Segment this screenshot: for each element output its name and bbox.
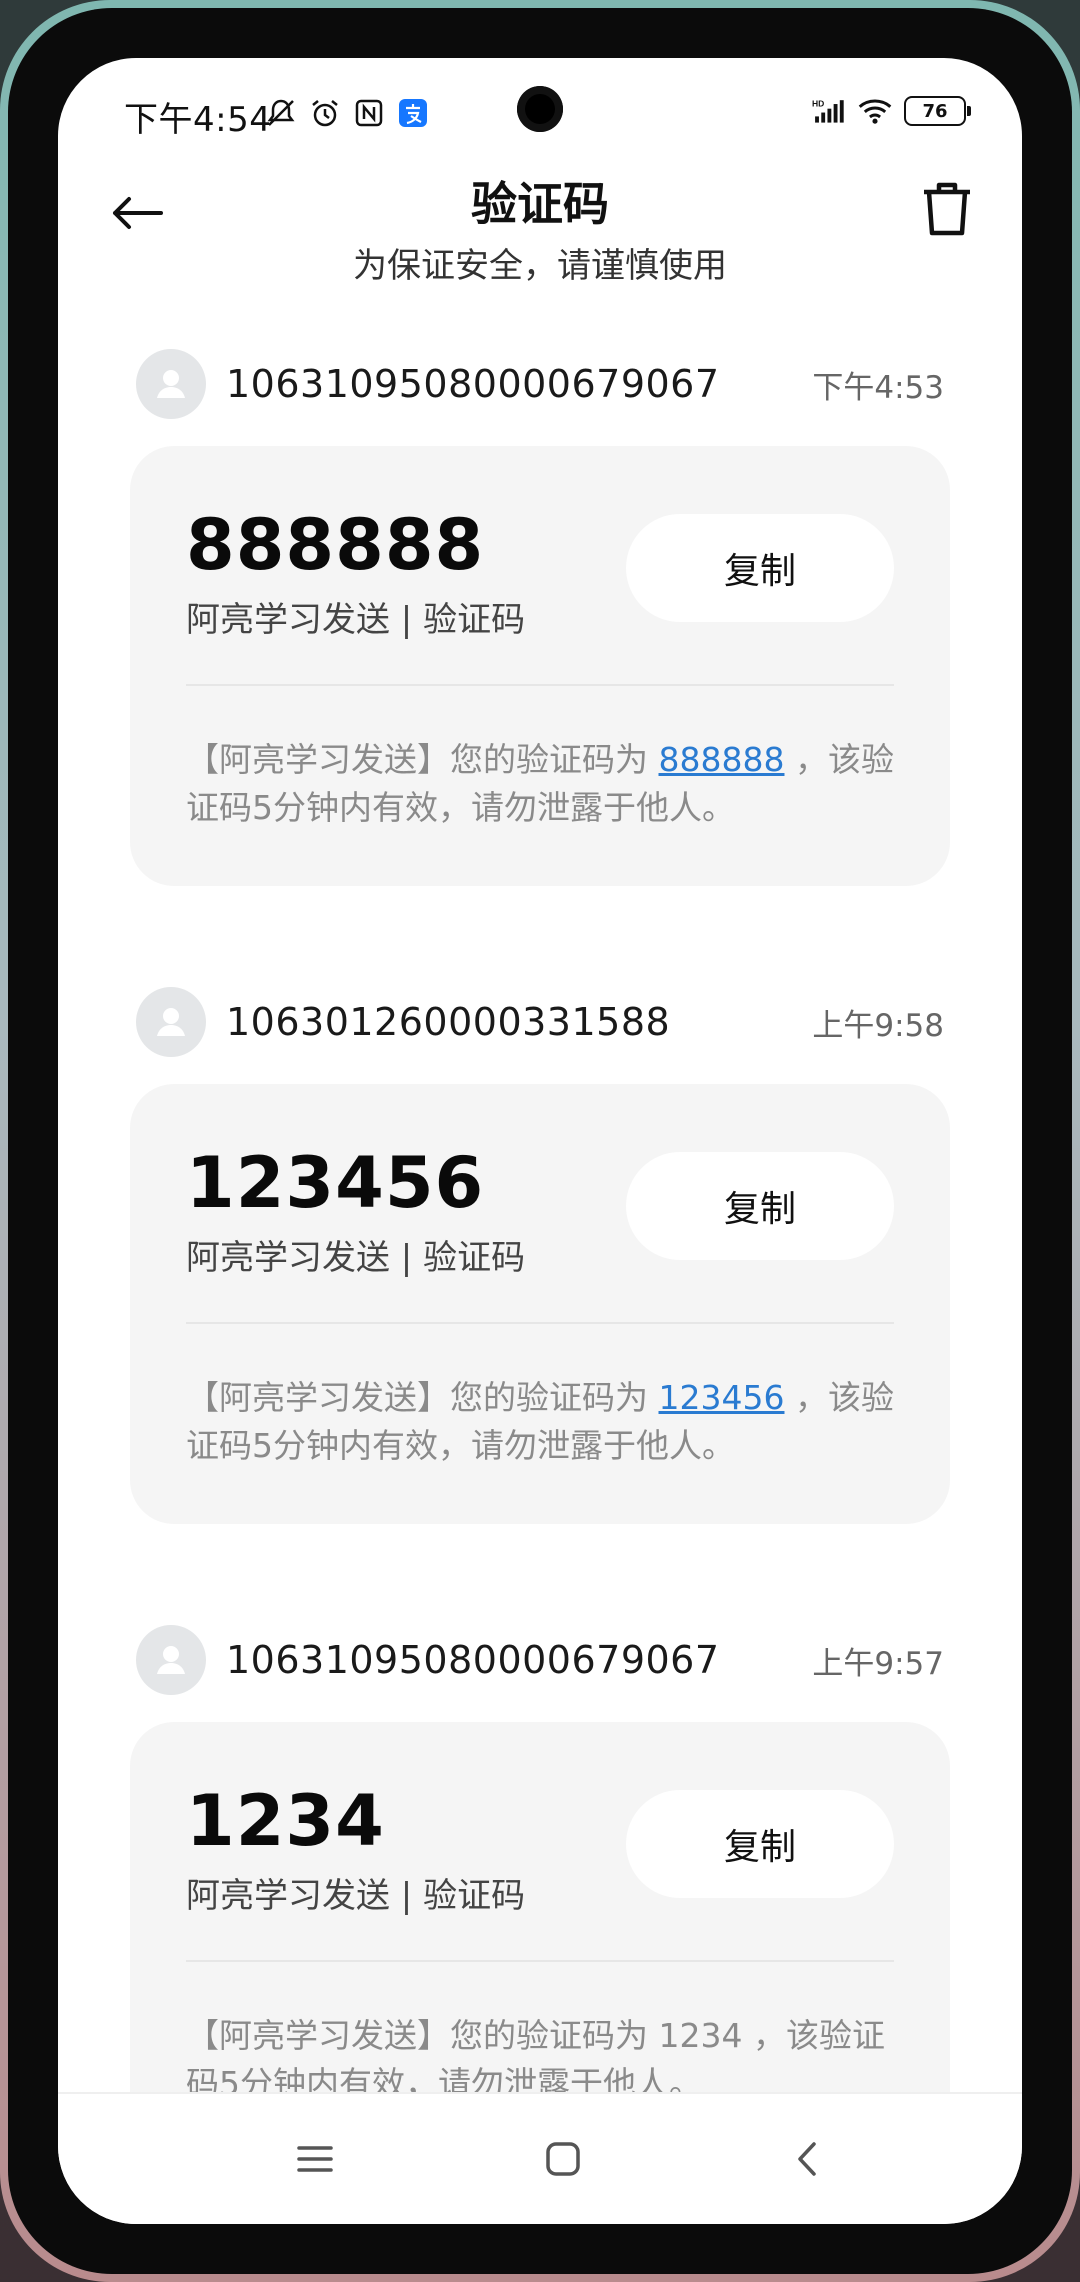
trash-icon [924,182,970,236]
message-body: 【阿亮学习发送】您的验证码为 888888 ，该验证码5分钟内有效，请勿泄露于他… [186,736,894,832]
copy-button[interactable]: 复制 [626,1152,894,1260]
home-button[interactable] [528,2124,598,2194]
divider [186,1322,894,1324]
nfc-icon [352,96,386,130]
sender-row: 1063109508000067906​7 上午9:57 [136,1622,944,1698]
status-icons-right: HD 76 [812,94,971,128]
front-camera [517,86,563,132]
nav-back-button[interactable] [772,2124,842,2194]
sender-row: 106301260000331588 上午9:58 [136,984,944,1060]
verification-code: 1234 [186,1780,385,1862]
divider [186,684,894,686]
wifi-icon [858,94,892,128]
alarm-icon [308,96,342,130]
copy-button[interactable]: 复制 [626,514,894,622]
person-icon [157,1008,185,1036]
message-time: 上午9:57 [812,1645,944,1682]
device-bezel: 下午4:54 HD 76 验证码 为保证安全，请谨慎使用 10631095080… [8,8,1072,2274]
body-prefix: 【阿亮学习发送】您的验证码为 [186,740,659,779]
alipay-icon [396,96,430,130]
copy-button[interactable]: 复制 [626,1790,894,1898]
screen: 下午4:54 HD 76 验证码 为保证安全，请谨慎使用 10631095080… [58,58,1022,2224]
verification-code: 123456 [186,1142,485,1224]
device-frame: 下午4:54 HD 76 验证码 为保证安全，请谨慎使用 10631095080… [0,0,1080,2282]
header: 验证码 为保证安全，请谨慎使用 [58,168,1022,298]
page-subtitle: 为保证安全，请谨慎使用 [353,246,727,286]
sender-row: 1063109508000067906​7 下午4:53 [136,346,944,422]
avatar [136,349,206,419]
code-source: 阿亮学习发送 | 验证码 [186,1876,526,1916]
status-icons-left [264,96,430,130]
navigation-bar [58,2092,1022,2224]
body-code: 1234 [658,2016,743,2055]
avatar [136,987,206,1057]
person-icon [157,1646,185,1674]
chevron-left-icon [798,2142,816,2176]
verification-code: 888888 [186,504,485,586]
message-body: 【阿亮学习发送】您的验证码为 123456 ，该验证码5分钟内有效，请勿泄露于他… [186,1374,894,1470]
hd-signal-icon: HD [812,94,846,128]
menu-icon [297,2146,333,2172]
status-time: 下午4:54 [124,100,272,140]
avatar [136,1625,206,1695]
message-time: 下午4:53 [812,369,944,406]
message-time: 上午9:58 [812,1007,944,1044]
body-prefix: 【阿亮学习发送】您的验证码为 [186,1378,659,1417]
sender-number: 106301260000331588 [226,1000,671,1044]
battery-icon: 76 [904,96,971,126]
home-icon [546,2142,580,2176]
recent-apps-button[interactable] [280,2124,350,2194]
body-code-link[interactable]: 888888 [659,740,785,779]
sender-number: 1063109508000067906​7 [226,1638,720,1682]
svg-text:HD: HD [812,98,824,108]
code-source: 阿亮学习发送 | 验证码 [186,600,526,640]
body-code-link[interactable]: 123456 [659,1378,785,1417]
person-icon [157,370,185,398]
body-prefix: 【阿亮学习发送】您的验证码为 [186,2016,659,2055]
notifications-muted-icon [264,96,298,130]
code-card: 123456 阿亮学习发送 | 验证码 复制 【阿亮学习发送】您的验证码为 12… [130,1084,950,1524]
code-card: 888888 阿亮学习发送 | 验证码 复制 【阿亮学习发送】您的验证码为 88… [130,446,950,886]
code-source: 阿亮学习发送 | 验证码 [186,1238,526,1278]
message-item: 1063109508000067906​7 下午4:53 888888 阿亮学习… [58,346,1022,906]
status-bar: 下午4:54 HD 76 [58,58,1022,158]
sender-number: 1063109508000067906​7 [226,362,720,406]
message-item: 106301260000331588 上午9:58 123456 阿亮学习发送 … [58,984,1022,1544]
divider [186,1960,894,1962]
page-title: 验证码 [471,177,609,231]
delete-button[interactable] [912,174,982,244]
